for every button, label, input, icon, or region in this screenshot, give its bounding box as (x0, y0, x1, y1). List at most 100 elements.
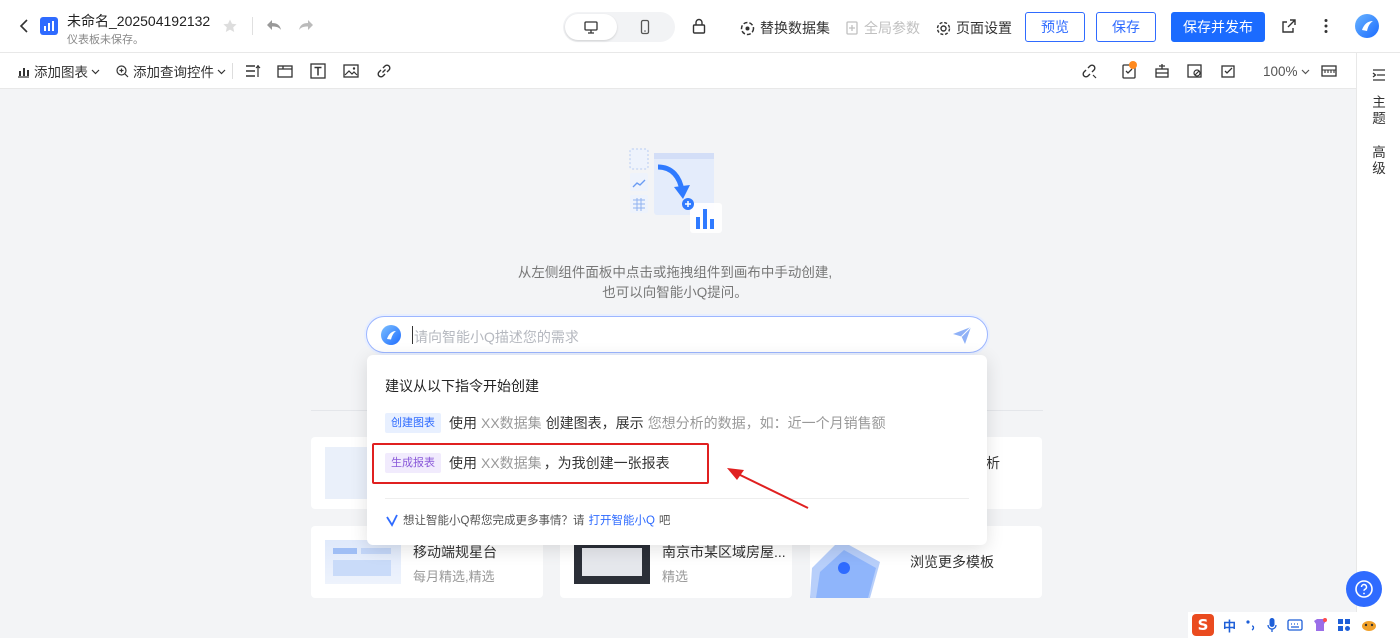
suggestion-text: 创建图表，展示 (545, 415, 644, 431)
advanced-tab[interactable]: 高级 (1357, 145, 1400, 177)
add-chart-label: 添加图表 (34, 65, 88, 80)
dashboard-status: 仪表板未保存。 (67, 34, 144, 46)
skin-icon[interactable] (1312, 617, 1328, 633)
theme-tab[interactable]: 主题 (1357, 95, 1400, 127)
image-icon[interactable] (342, 62, 360, 80)
ask-assistant-input[interactable]: 请向智能小Q描述您的需求 (366, 316, 988, 353)
toolbox-icon[interactable] (1337, 618, 1351, 632)
suggestion-text: XX数据集 (481, 415, 542, 431)
global-params-button[interactable]: 全局参数 (844, 18, 920, 38)
gear-icon (936, 21, 951, 35)
add-query-control-button[interactable]: 添加查询控件 (115, 53, 226, 89)
assistant-logo-icon (381, 325, 401, 345)
zoom-select[interactable]: 100% (1263, 53, 1310, 89)
layout-icon[interactable] (1153, 62, 1171, 80)
top-bar: 未命名_202504192132 仪表板未保存。 替换数据集 全局参数 页面设置… (0, 0, 1400, 53)
add-chart-button[interactable]: 添加图表 (16, 53, 100, 89)
tab-container-icon[interactable] (276, 62, 294, 80)
right-panel: 主题 高级 (1356, 53, 1400, 638)
suggestion-text: 您想分析的数据，如：近一个月销售额 (647, 415, 886, 431)
back-icon[interactable] (14, 16, 34, 36)
thumb-bar (582, 548, 642, 576)
page-settings-button[interactable]: 页面设置 (935, 18, 1012, 38)
desktop-view-button[interactable] (565, 14, 617, 40)
page-settings-label: 页面设置 (956, 20, 1012, 36)
advanced-tab-label: 高级 (1372, 145, 1386, 176)
template-card-sub: 精选 (662, 569, 689, 584)
bar-chart-icon (18, 67, 29, 78)
add-query-label: 添加查询控件 (133, 65, 214, 80)
chevron-down-icon (91, 69, 100, 74)
preview-button[interactable]: 预览 (1025, 12, 1085, 42)
component-toolbar: 添加图表 添加查询控件 100% (0, 53, 1356, 89)
mascot-icon[interactable] (1360, 618, 1378, 632)
thumb-bar (333, 548, 357, 554)
empty-hint-line2: 也可以向智能小Q提问。 (602, 285, 748, 300)
template-thumbnail (574, 540, 650, 584)
open-assistant-link[interactable]: 打开智能小Q (588, 512, 654, 528)
chevron-down-icon (1301, 69, 1309, 74)
send-icon[interactable] (951, 324, 973, 346)
external-link-icon[interactable] (1280, 17, 1298, 35)
global-params-label: 全局参数 (864, 20, 920, 36)
redo-icon[interactable] (296, 16, 316, 36)
filter-bar-icon[interactable] (244, 62, 262, 80)
divider (252, 17, 253, 35)
lock-icon[interactable] (690, 17, 708, 35)
template-card-title: 析 (986, 455, 1000, 471)
star-icon[interactable] (222, 18, 238, 34)
device-switch (563, 12, 675, 42)
check-list-icon[interactable] (1219, 62, 1237, 80)
footer-text: 想让智能小Q帮您完成更多事情？请 (403, 515, 585, 527)
template-thumbnail (325, 540, 401, 584)
ruler-icon[interactable] (1320, 62, 1338, 80)
dataset-icon (740, 21, 755, 35)
chevron-down-icon (217, 69, 226, 74)
ime-toolbar: S 中 (1188, 612, 1400, 638)
linkage-icon[interactable] (1080, 62, 1098, 80)
params-icon (846, 21, 858, 35)
undo-icon[interactable] (264, 16, 284, 36)
zoom-value: 100% (1263, 63, 1298, 79)
mobile-icon[interactable] (637, 19, 653, 35)
thumb-bar (361, 548, 391, 554)
highlight-box (372, 443, 709, 484)
replace-dataset-button[interactable]: 替换数据集 (739, 18, 830, 38)
replace-dataset-label: 替换数据集 (760, 20, 830, 36)
ime-mode[interactable]: 中 (1223, 616, 1236, 635)
text-icon[interactable] (309, 62, 327, 80)
theme-tab-label: 主题 (1372, 95, 1386, 126)
microphone-icon[interactable] (1266, 617, 1278, 633)
punctuation-icon[interactable] (1245, 618, 1257, 632)
suggestion-divider (385, 498, 969, 499)
suggestion-item-create-chart[interactable]: 创建图表 使用 XX数据集 创建图表，展示 您想分析的数据，如：近一个月销售额 (385, 412, 886, 434)
hide-icon[interactable] (1186, 62, 1204, 80)
suggestion-footer: 想让智能小Q帮您完成更多事情？请 打开智能小Q 吧 (385, 512, 670, 528)
text-cursor (412, 326, 413, 344)
more-icon[interactable] (1317, 17, 1335, 35)
sogou-logo-icon[interactable]: S (1192, 614, 1214, 636)
link-icon[interactable] (375, 62, 393, 80)
help-button[interactable] (1346, 571, 1382, 607)
browse-more-label: 浏览更多模板 (910, 554, 994, 570)
template-card-sub: 每月精选,精选 (413, 569, 495, 584)
thumb-bar (333, 560, 391, 576)
assistant-small-icon (386, 514, 398, 527)
empty-hint-line1: 从左侧组件面板中点击或拖拽组件到画布中手动创建, (517, 265, 833, 280)
divider (232, 63, 233, 79)
dashboard-title[interactable]: 未命名_202504192132 (67, 11, 210, 31)
dashboard-icon (40, 17, 58, 35)
collapse-panel-icon[interactable] (1371, 67, 1387, 83)
suggestion-text: 使用 (449, 415, 477, 431)
monitor-icon (584, 21, 598, 34)
ask-placeholder: 请向智能小Q描述您的需求 (414, 329, 579, 345)
suggestion-heading: 建议从以下指令开始创建 (385, 378, 539, 394)
annotation-arrow (727, 468, 809, 509)
footer-tail: 吧 (658, 515, 671, 527)
empty-state-illustration (628, 147, 728, 237)
keyboard-icon[interactable] (1287, 618, 1303, 632)
save-publish-button[interactable]: 保存并发布 (1171, 12, 1265, 42)
save-button[interactable]: 保存 (1096, 12, 1156, 42)
template-card-title: 移动端规星台 (413, 544, 497, 560)
assistant-avatar-icon[interactable] (1355, 14, 1379, 38)
